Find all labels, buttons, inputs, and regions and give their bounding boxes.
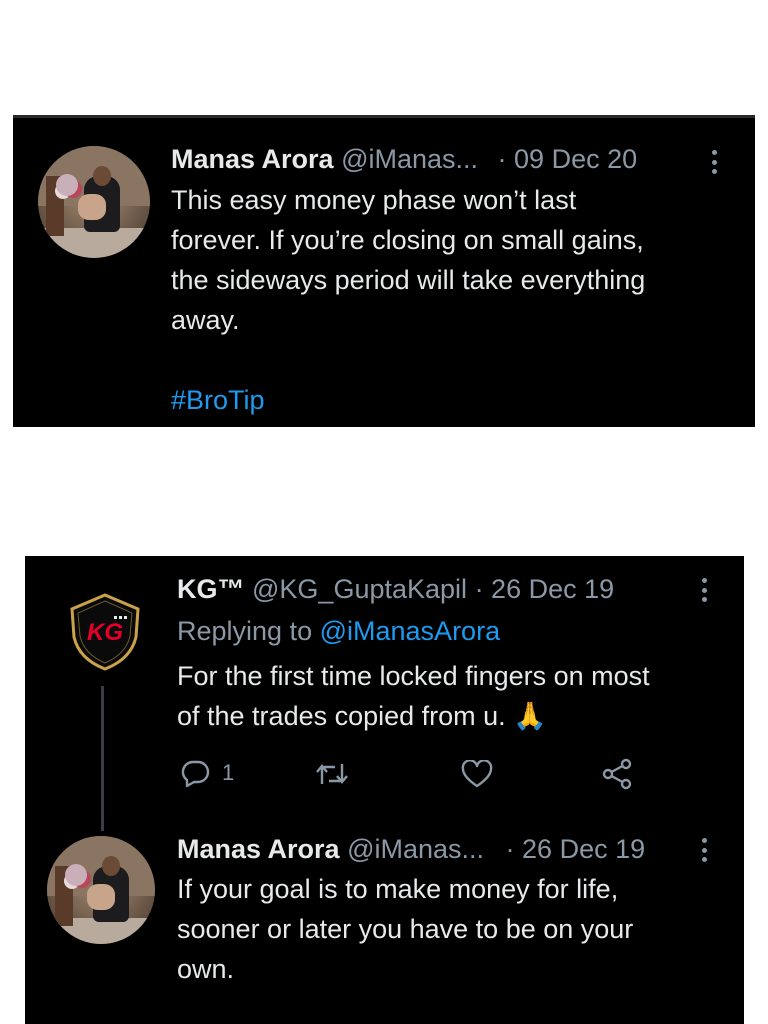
tweet-header: Manas Arora @iManas... · 09 Dec 20 (171, 143, 637, 175)
hashtag-link[interactable]: #BroTip (171, 380, 741, 420)
author-name[interactable]: Manas Arora (177, 834, 340, 864)
share-button[interactable] (601, 758, 633, 790)
tweet-header: KG™ @KG_GuptaKapil · 26 Dec 19 (177, 573, 614, 605)
reply-icon (181, 760, 210, 788)
author-handle[interactable]: @iManas... (347, 834, 484, 864)
tweet-date[interactable]: · 26 Dec 19 (475, 574, 615, 604)
tweet-text-line: This easy money phase won’t last (171, 185, 577, 215)
reply-button[interactable]: 1 (180, 758, 234, 788)
more-options-icon[interactable] (699, 834, 709, 866)
tweet-date[interactable]: · 09 Dec 20 (498, 144, 638, 174)
author-handle[interactable]: @iManas... (341, 144, 478, 174)
tweet-date[interactable]: · 26 Dec 19 (506, 834, 646, 864)
kg-logo-text: KG (87, 619, 123, 646)
tweet-text-line: For the first time locked fingers on mos… (177, 661, 650, 691)
like-button[interactable] (461, 760, 493, 788)
share-icon (602, 758, 632, 790)
more-options-icon[interactable] (709, 146, 719, 178)
tweet-text: If your goal is to make money for life, … (177, 869, 737, 989)
tweet-text: This easy money phase won’t last forever… (171, 180, 741, 420)
kg-logo-avatar[interactable]: KG (65, 592, 145, 672)
tweet-text-line: sooner or later you have to be on your (177, 914, 634, 944)
tweet-text-line: own. (177, 954, 235, 984)
author-name[interactable]: KG™ (177, 574, 245, 604)
reply-count: 1 (222, 760, 235, 785)
avatar-manas-arora[interactable] (47, 836, 155, 944)
tweet-text-line: the sideways period will take everything (171, 265, 646, 295)
like-icon (461, 760, 493, 788)
tweet-card-1[interactable]: Manas Arora @iManas... · 09 Dec 20 This … (13, 115, 755, 427)
more-options-icon[interactable] (699, 574, 709, 606)
tweet-text-line: If your goal is to make money for life, (177, 874, 619, 904)
tweet-text-line: forever. If you’re closing on small gain… (171, 225, 644, 255)
thread-connector-line (101, 686, 104, 831)
tweet-header: Manas Arora @iManas... · 26 Dec 19 (177, 833, 645, 865)
tweet-text: For the first time locked fingers on mos… (177, 656, 737, 736)
retweet-icon (316, 764, 348, 784)
tweet-thread-card[interactable]: KG KG™ @KG_GuptaKapil · 26 Dec 19 Replyi… (25, 556, 744, 1024)
tweet-text-line: of the trades copied from u. 🙏 (177, 701, 547, 731)
replying-to-label: Replying to (177, 616, 313, 646)
tweet-text-line: away. (171, 305, 240, 335)
replying-to-handle[interactable]: @iManasArora (320, 616, 500, 646)
replying-to: Replying to @iManasArora (177, 615, 500, 647)
author-handle[interactable]: @KG_GuptaKapil (252, 574, 467, 604)
retweet-button[interactable] (315, 760, 349, 788)
author-name[interactable]: Manas Arora (171, 144, 334, 174)
avatar-manas-arora[interactable] (38, 146, 150, 258)
